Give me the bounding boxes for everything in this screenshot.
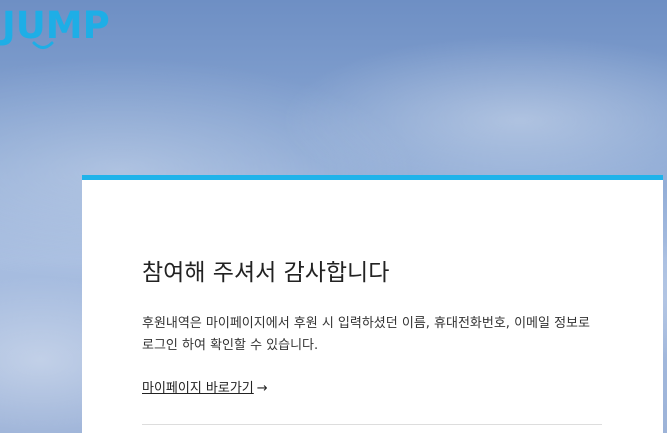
- description-text: 후원내역은 마이페이지에서 후원 시 입력하셨던 이름, 휴대전화번호, 이메일…: [142, 316, 590, 353]
- mypage-link[interactable]: 마이페이지 바로가기 →: [142, 377, 268, 396]
- thank-you-card: 참여해 주셔서 감사합니다 후원내역은 마이페이지에서 후원 시 입력하셨던 이…: [82, 175, 663, 433]
- page-title: 참여해 주셔서 감사합니다: [142, 260, 390, 286]
- jump-logo[interactable]: JUMP: [2, 4, 132, 52]
- logo-smile-icon: [32, 41, 54, 49]
- divider: [142, 424, 602, 425]
- logo-text: JUMP: [2, 4, 110, 47]
- mypage-link-label: 마이페이지 바로가기: [142, 381, 254, 396]
- arrow-right-icon: →: [256, 381, 268, 396]
